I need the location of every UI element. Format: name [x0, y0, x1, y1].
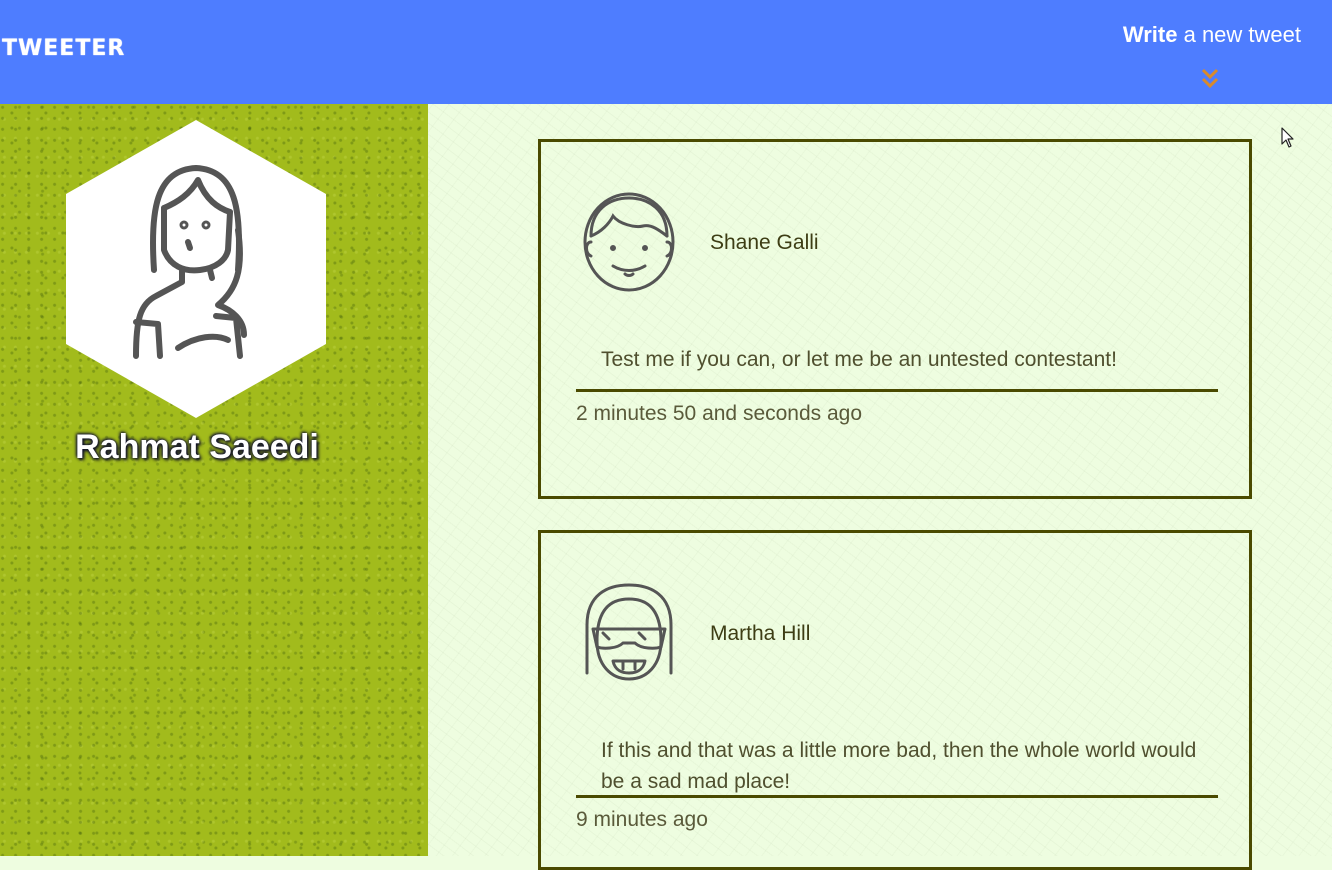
tweet-timestamp: 9 minutes ago	[576, 808, 708, 831]
double-chevron-down-icon[interactable]	[1198, 66, 1222, 92]
divider	[576, 795, 1218, 798]
woman-avatar-icon	[66, 120, 326, 418]
tweet-text: Test me if you can, or let me be an unte…	[601, 348, 1117, 371]
profile-name: Rahmat Saeedi	[75, 428, 319, 466]
divider	[576, 389, 1218, 392]
brand-logo[interactable]: TWEETER	[2, 36, 125, 61]
top-navbar: TWEETER Write a new tweet	[0, 0, 1332, 104]
mouse-cursor-icon	[1281, 127, 1294, 148]
tweet-timestamp: 2 minutes 50 and seconds ago	[576, 402, 863, 425]
compose-label-strong: Write	[1122, 22, 1178, 47]
tweet-author[interactable]: Martha Hill	[710, 622, 810, 646]
tweet-card: Shane Galli Test me if you can, or let m…	[538, 139, 1252, 499]
smiling-man-avatar-icon	[583, 192, 675, 292]
write-new-tweet-toggle[interactable]: Write a new tweet	[1123, 22, 1301, 48]
tweet-card: Martha Hill If this and that was a littl…	[538, 530, 1252, 870]
sunglasses-girl-avatar-icon	[585, 583, 673, 681]
tweet-text: If this and that was a little more bad, …	[601, 739, 1197, 793]
tweet-author[interactable]: Shane Galli	[710, 231, 819, 255]
compose-label-rest: a new tweet	[1177, 22, 1301, 47]
